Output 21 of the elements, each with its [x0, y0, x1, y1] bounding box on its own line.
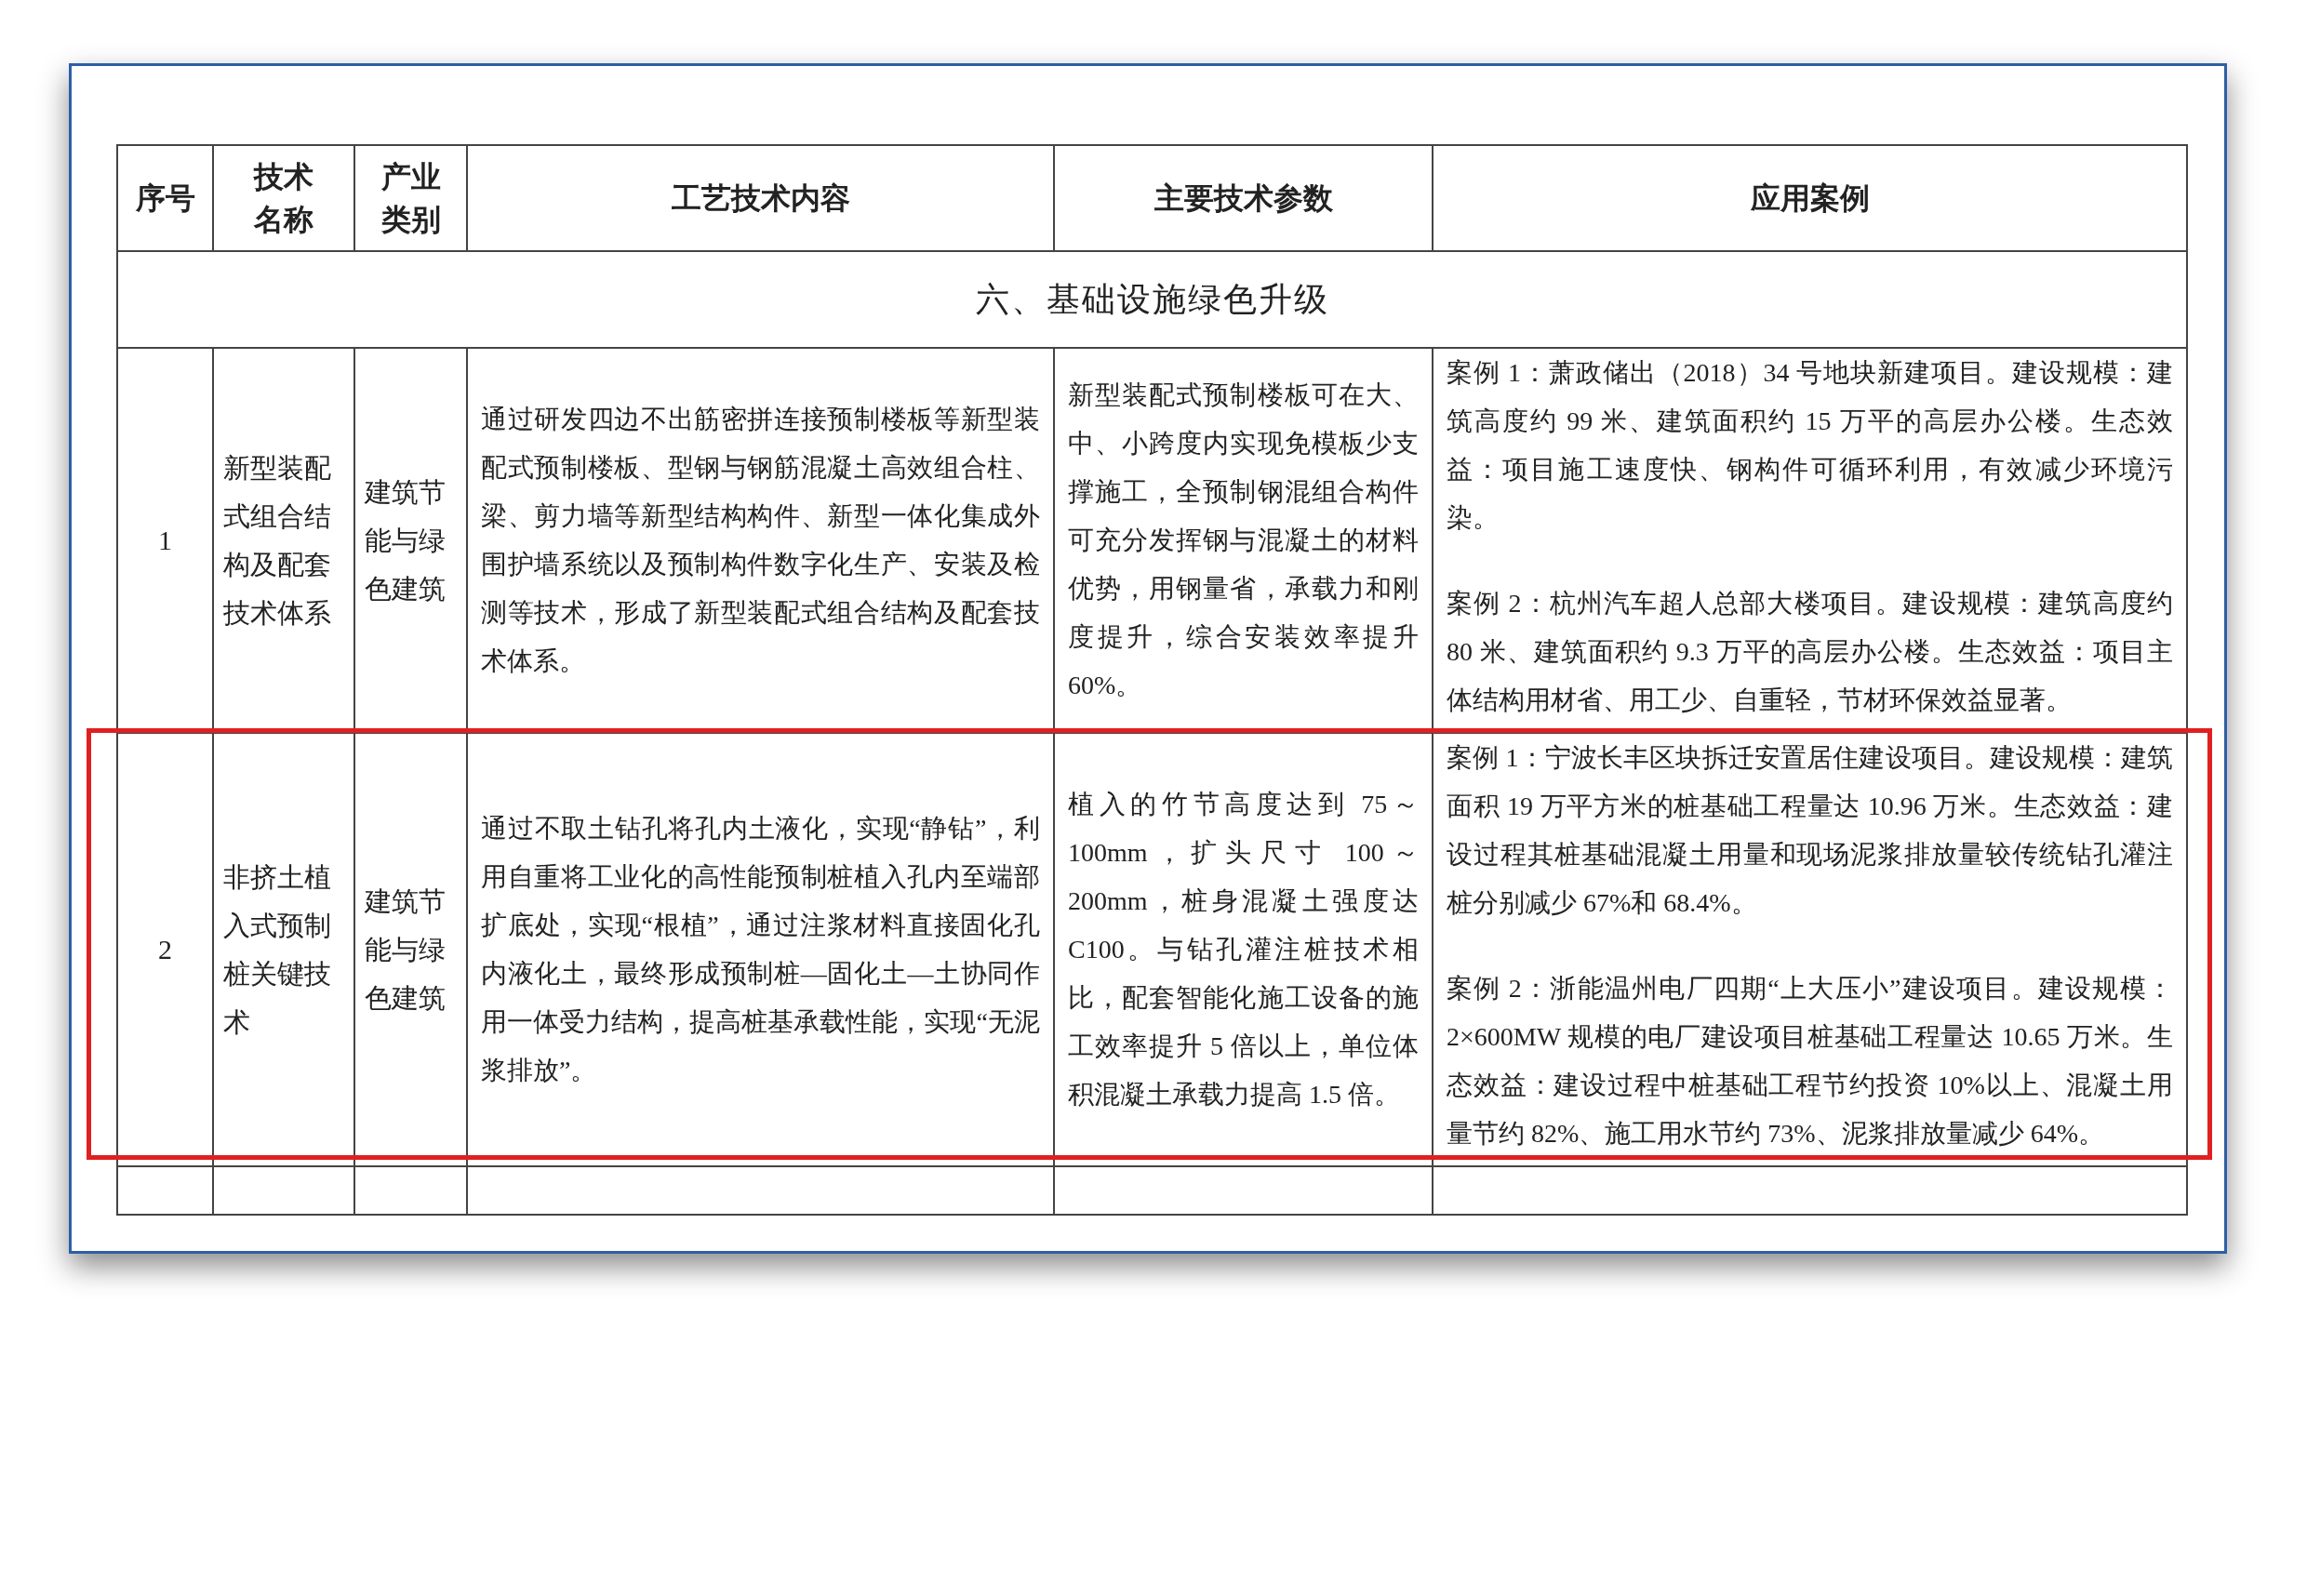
- application-case: 案例 1：萧政储出（2018）34 号地块新建项目。建设规模：建筑高度约 99 米、建筑面积约 15 万平的高层办公楼。生态效益：项目施工速度快、钢构件可循环利用，有效减少环境污染。: [1447, 357, 2173, 534]
- section-title: 六、基础设施绿色升级: [974, 279, 1330, 320]
- column-header: 序号: [134, 180, 196, 218]
- industry-category: 建筑节能与绿色建筑: [365, 885, 447, 1015]
- application-case: 案例 2：浙能温州电厂四期“上大压小”建设项目。建设规模：2×600MW 规模的电厂建设项目桩基础工程量达 10.65 万米。生态效益：建设过程中桩基础工程节约投资 10%以上、混凝土用量节约 82%、施工用水节约 73%、泥浆排放量减少 64%。: [1447, 973, 2173, 1150]
- technical-parameters: 植入的竹节高度达到 75～100mm，扩头尺寸 100～200mm，桩身混凝土强度达 C100。与钻孔灌注桩技术相比，配套智能化施工设备的施工效率提升 5 倍以上，单位体积混凝土承载力提高 1.5 倍。: [1068, 789, 1419, 1111]
- technology-name: 非挤土植入式预制桩关键技术: [223, 861, 332, 1039]
- row-number: 1: [157, 525, 173, 556]
- column-header: 应用案例: [1749, 180, 1871, 218]
- column-header: 产业类别: [380, 158, 442, 239]
- column-header: 技术名称: [252, 158, 314, 239]
- application-case: 案例 2：杭州汽车超人总部大楼项目。建设规模：建筑高度约 80 米、建筑面积约 9.3 万平的高层办公楼。生态效益：项目主体结构用材省、用工少、自重轻，节材环保效益显著。: [1447, 588, 2173, 716]
- row-number: 2: [157, 934, 173, 965]
- process-description: 通过不取土钻孔将孔内土液化，实现“静钻”，利用自重将工业化的高性能预制桩植入孔内至端部扩底处，实现“根植”，通过注浆材料直接固化孔内液化土，最终形成预制桩—固化土—土协同作用一体受力结构，提高桩基承载性能，实现“无泥浆排放”。: [481, 813, 1040, 1086]
- column-header: 工艺技术内容: [670, 180, 851, 218]
- process-description: 通过研发四边不出筋密拼连接预制楼板等新型装配式预制楼板、型钢与钢筋混凝土高效组合柱、梁、剪力墙等新型结构构件、新型一体化集成外围护墙系统以及预制构件数字化生产、安装及检测等技术，形成了新型装配式组合结构及配套技术体系。: [481, 404, 1040, 677]
- application-case: 案例 1：宁波长丰区块拆迁安置居住建设项目。建设规模：建筑面积 19 万平方米的桩基础工程量达 10.96 万米。生态效益：建设过程其桩基础混凝土用量和现场泥浆排放量较传统钻孔灌注桩分别减少 67%和 68.4%。: [1447, 742, 2173, 919]
- technical-parameters: 新型装配式预制楼板可在大、中、小跨度内实现免模板少支撑施工，全预制钢混组合构件可充分发挥钢与混凝土的材料优势，用钢量省，承载力和刚度提升，综合安装效率提升60%。: [1068, 379, 1419, 701]
- technology-name: 新型装配式组合结构及配套技术体系: [223, 452, 332, 630]
- industry-category: 建筑节能与绿色建筑: [365, 476, 447, 605]
- column-header: 主要技术参数: [1153, 180, 1334, 218]
